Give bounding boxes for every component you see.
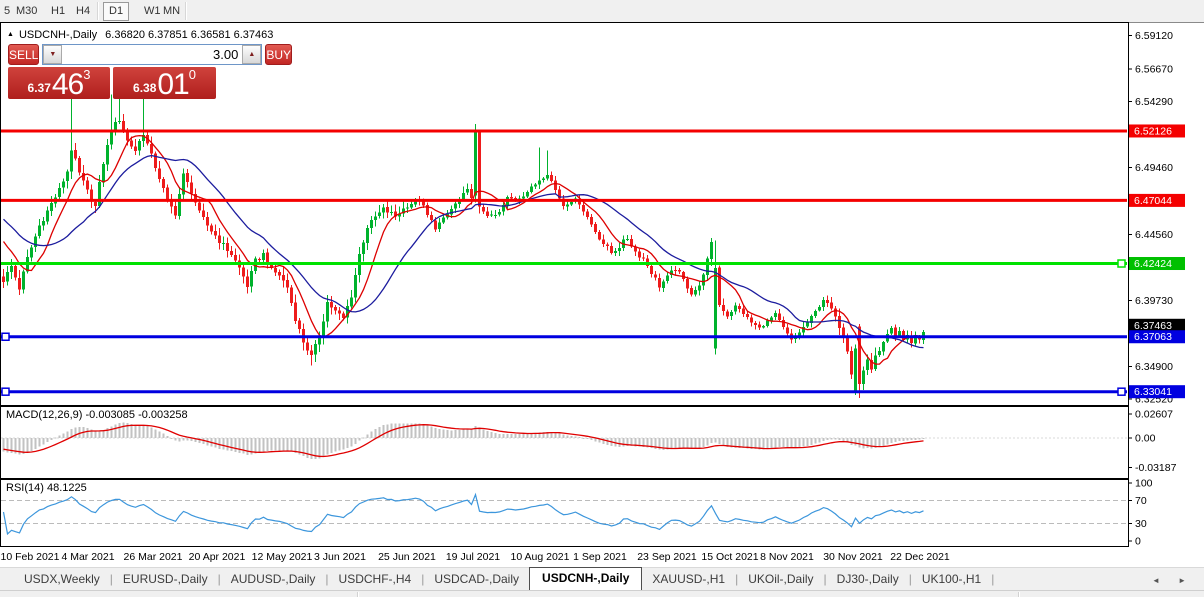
sell-button[interactable]: SELL: [8, 44, 40, 65]
buy-price-main: 01: [157, 68, 189, 101]
date-label: 30 Nov 2021: [823, 551, 883, 563]
date-label: 4 Mar 2021: [61, 551, 114, 563]
line-handle[interactable]: [1, 387, 10, 396]
date-label: 12 May 2021: [252, 551, 313, 563]
tab-scroll-arrows[interactable]: ◄ ►: [1152, 576, 1194, 590]
price-chip-label: 6.37463: [1134, 320, 1172, 332]
rsi-tick-label: 70: [1135, 495, 1147, 507]
date-label: 19 Jul 2021: [446, 551, 500, 563]
volume-input[interactable]: [62, 45, 243, 64]
date-label: 10 Aug 2021: [511, 551, 570, 563]
buy-button[interactable]: BUY: [265, 44, 293, 65]
price-chip-label: 6.42424: [1134, 258, 1172, 270]
chart-symbol-title: USDCNH-,Daily: [18, 29, 98, 41]
date-label: 10 Feb 2021: [1, 551, 60, 563]
date-label: 20 Apr 2021: [189, 551, 246, 563]
tab-ukoil-daily[interactable]: UKOil-,Daily: [738, 569, 823, 590]
buy-price-prefix: 6.38: [133, 81, 157, 95]
date-label: 8 Nov 2021: [760, 551, 814, 563]
tab-usdchf-h4[interactable]: USDCHF-,H4: [329, 569, 422, 590]
trading-terminal-window: 5 M30 H1 H4 D1 W1 MN 6.59120 6.56670 6.54290 6.49…: [0, 0, 1204, 597]
macd-indicator-label: MACD(12,26,9) -0.003085 -0.003258: [6, 409, 188, 421]
price-tick-label: 6.44560: [1135, 229, 1173, 241]
date-label: 15 Oct 2021: [701, 551, 758, 563]
chart-ohlc-values: 6.36820 6.37851 6.36581 6.37463: [105, 29, 274, 41]
tab-usdx-weekly[interactable]: USDX,Weekly: [14, 569, 110, 590]
volume-decrease-icon[interactable]: ▼: [43, 45, 63, 64]
volume-increase-icon[interactable]: ▲: [242, 45, 262, 64]
macd-tick-label: -0.03187: [1135, 462, 1177, 474]
date-label: 3 Jun 2021: [314, 551, 366, 563]
macd-tick-label: 0.02607: [1135, 409, 1173, 421]
status-bar: [0, 590, 1204, 597]
tab-usdcnh-daily[interactable]: USDCNH-,Daily: [529, 567, 643, 590]
date-label: 1 Sep 2021: [573, 551, 627, 563]
price-tick-label: 6.34900: [1135, 361, 1173, 373]
price-tick-label: 6.49460: [1135, 162, 1173, 174]
one-click-trade-panel: SELL ▼ ▲ BUY 6.37463 6.38010: [8, 44, 293, 101]
date-label: 26 Mar 2021: [124, 551, 183, 563]
macd-tick-label: 0.00: [1135, 433, 1156, 445]
price-chip-label: 6.52126: [1134, 125, 1172, 137]
tab-separator: |: [991, 572, 995, 586]
chart-tab-bar: USDX,Weekly | EURUSD-,Daily | AUDUSD-,Daily |…: [0, 567, 1204, 590]
sell-price-main: 46: [51, 68, 84, 101]
line-handle[interactable]: [1117, 387, 1126, 396]
line-handle[interactable]: [1, 332, 10, 341]
sell-price-pipette: 3: [83, 67, 91, 82]
tab-dj30-daily[interactable]: DJ30-,Daily: [827, 569, 909, 590]
price-tick-label: 6.56670: [1135, 63, 1173, 75]
rsi-tick-label: 30: [1135, 518, 1147, 530]
price-tick-label: 6.59120: [1135, 30, 1173, 42]
price-chip-label: 6.47044: [1134, 195, 1172, 207]
volume-spinner: ▼ ▲: [42, 44, 263, 65]
sell-price-prefix: 6.37: [27, 81, 51, 95]
price-chip-label: 6.37063: [1134, 331, 1172, 343]
panel-frame: [0, 479, 1129, 547]
buy-price-display[interactable]: 6.38 01 0: [113, 67, 216, 101]
tab-xauusd-h1[interactable]: XAUUSD-,H1: [642, 569, 735, 590]
tab-audusd-daily[interactable]: AUDUSD-,Daily: [221, 569, 326, 590]
buy-price-pipette: 0: [188, 67, 196, 82]
rsi-tick-label: 100: [1135, 478, 1153, 490]
line-handle[interactable]: [1117, 259, 1126, 268]
tab-uk100-h1[interactable]: UK100-,H1: [912, 569, 991, 590]
status-divider: [1018, 592, 1020, 597]
price-chip-label: 6.33041: [1134, 386, 1172, 398]
status-divider: [357, 592, 359, 597]
date-label: 23 Sep 2021: [637, 551, 697, 563]
date-label: 22 Dec 2021: [890, 551, 950, 563]
price-tick-label: 6.39730: [1135, 295, 1173, 307]
date-label: 25 Jun 2021: [378, 551, 436, 563]
chart-title-bar: ▲ USDCNH-,Daily 6.36820 6.37851 6.36581 6.…: [7, 29, 273, 41]
rsi-indicator-label: RSI(14) 48.1225: [6, 482, 87, 494]
collapse-panel-icon[interactable]: ▲: [7, 31, 14, 38]
tab-usdcad-daily[interactable]: USDCAD-,Daily: [424, 569, 529, 590]
sell-price-display[interactable]: 6.37 46 3: [8, 67, 110, 101]
price-tick-label: 6.54290: [1135, 96, 1173, 108]
rsi-tick-label: 0: [1135, 536, 1141, 548]
tab-eurusd-daily[interactable]: EURUSD-,Daily: [113, 569, 218, 590]
